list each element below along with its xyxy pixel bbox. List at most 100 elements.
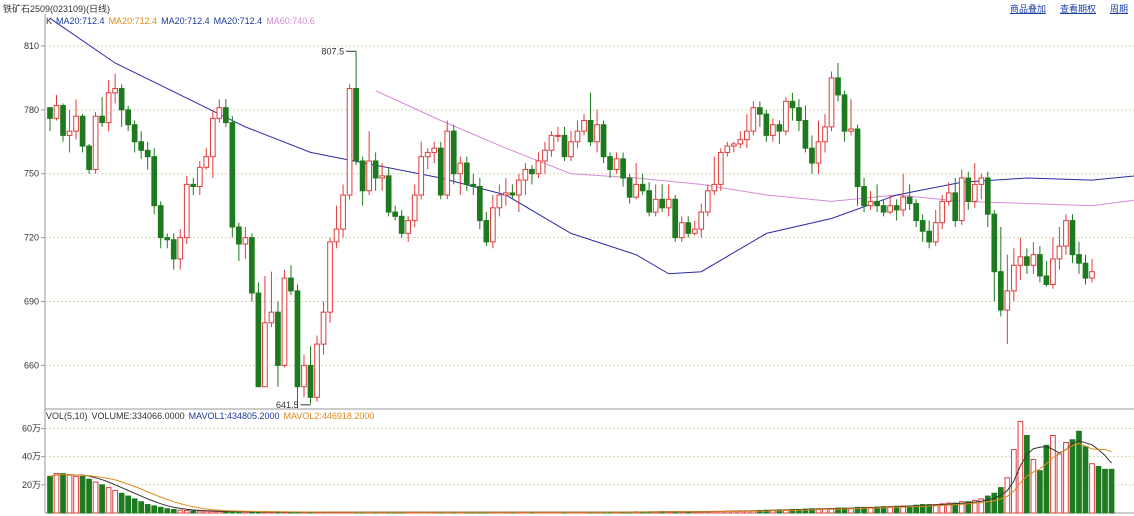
candle-body	[307, 364, 314, 398]
volume-bar	[1043, 444, 1050, 514]
candle-body	[209, 117, 216, 158]
candle-body	[1069, 220, 1076, 256]
candle-body	[177, 237, 184, 260]
candle-body	[1082, 262, 1089, 279]
volume-bar	[60, 473, 66, 514]
candle-body	[815, 141, 822, 164]
kline-chart[interactable]: 660 690 720 750 780 810 20万 40万 60万 807.5 641.5	[0, 0, 1134, 516]
candle-body	[926, 230, 933, 243]
candle-body	[79, 115, 86, 147]
volume-bar	[53, 473, 60, 514]
candle-body	[861, 186, 867, 207]
candle-body	[144, 149, 151, 158]
candle-body	[704, 190, 711, 213]
candle-body	[1056, 245, 1063, 260]
candle-body	[913, 203, 920, 222]
volume-bar	[1102, 468, 1108, 514]
candle-body	[568, 141, 574, 158]
candle-body	[854, 128, 861, 188]
candle-body	[255, 292, 262, 388]
volume-bar	[1089, 463, 1095, 514]
candle-body	[1024, 256, 1030, 266]
candle-body	[828, 77, 835, 128]
volume-bar	[157, 506, 164, 514]
candle-body	[880, 205, 887, 213]
candle-body	[333, 228, 340, 243]
volume-bar	[991, 492, 998, 514]
candle-body	[1050, 258, 1056, 285]
candle-body	[450, 130, 457, 175]
candle-body	[900, 196, 906, 211]
candle-body	[743, 130, 750, 141]
candle-body	[86, 145, 92, 170]
candle-body	[1076, 254, 1082, 264]
candle-body	[203, 156, 210, 168]
candle-body	[698, 211, 705, 230]
candle-body	[1004, 290, 1011, 311]
volume-bar	[196, 510, 203, 514]
candle-body	[672, 198, 679, 239]
volume-bar	[170, 508, 177, 514]
candle-body	[385, 175, 392, 213]
candle-body	[633, 183, 639, 198]
candle-body	[906, 196, 913, 205]
candle-body	[151, 156, 158, 207]
candle-body	[301, 364, 307, 388]
candle-body	[249, 237, 255, 294]
candle-body	[594, 124, 600, 143]
candle-body	[170, 239, 177, 260]
candle-body	[971, 183, 978, 202]
candle-body	[548, 134, 555, 151]
candle-body	[685, 222, 692, 234]
candle-body	[919, 220, 926, 232]
candle-body	[405, 220, 412, 234]
volume-bar	[177, 509, 184, 514]
candle-body	[529, 168, 535, 175]
volume-tick-label: 20万	[22, 480, 41, 490]
mavol-line	[49, 440, 1112, 513]
volume-bar	[203, 510, 210, 514]
volume-bar	[1095, 466, 1102, 514]
candle-body	[476, 186, 483, 222]
candle-body	[353, 88, 359, 162]
price-tick-label: 780	[24, 105, 39, 115]
candle-body	[490, 207, 496, 243]
volume-bar	[984, 495, 991, 514]
candle-body	[73, 115, 79, 132]
volume-bar	[138, 501, 145, 514]
candle-body	[47, 107, 53, 119]
candle-body	[288, 277, 294, 292]
volume-bar	[1050, 435, 1056, 514]
candle-body	[60, 105, 66, 136]
candle-body	[216, 107, 223, 119]
candle-body	[652, 198, 659, 213]
volume-bar	[125, 495, 131, 514]
candle-body	[183, 183, 190, 239]
candle-body	[1030, 254, 1037, 266]
candle-body	[118, 88, 125, 111]
candle-body	[157, 205, 164, 239]
volume-bar	[47, 475, 53, 514]
candle-body	[711, 183, 718, 192]
candle-body	[542, 149, 548, 162]
candle-body	[522, 168, 529, 181]
candle-body	[236, 226, 242, 245]
candle-body	[138, 141, 145, 151]
candle-body	[737, 139, 744, 145]
candle-body	[613, 158, 620, 170]
price-tick-label: 660	[24, 360, 39, 370]
mavol-line	[49, 442, 1112, 513]
candle-body	[1089, 271, 1095, 279]
candle-body	[626, 177, 633, 198]
candle-body	[105, 92, 112, 124]
candle-body	[509, 192, 516, 196]
candle-body	[222, 107, 229, 124]
candle-body	[835, 77, 841, 96]
candle-body	[802, 119, 809, 149]
candle-body	[418, 156, 425, 196]
volume-bar	[118, 492, 125, 514]
candle-body	[945, 192, 952, 202]
candle-body	[841, 94, 848, 132]
candle-body	[1017, 256, 1024, 266]
candle-body	[262, 322, 268, 388]
